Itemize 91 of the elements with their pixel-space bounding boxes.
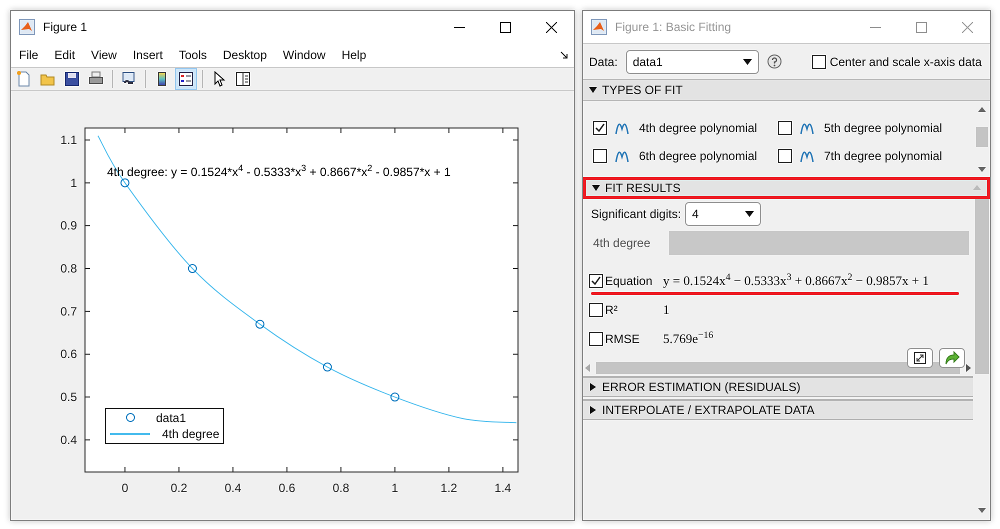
x-tick-label: 0.4 [224,480,242,495]
digits-dropdown[interactable]: 4 [685,202,762,226]
window-title: Figure 1: Basic Fitting [615,19,732,36]
menu-item[interactable]: File [19,46,38,64]
y-tick-label: 0.4 [60,432,77,447]
y-tick-label: 1 [70,176,77,190]
marker-icon [126,413,134,422]
menu-item[interactable]: Window [282,46,326,64]
x-tick-label: 0.8 [332,480,350,495]
data-point [390,392,400,402]
menu-item[interactable]: Tools [178,46,207,64]
checkbox[interactable] [589,302,603,316]
dropdown-arrow-icon [745,211,754,217]
expand-icon [914,352,926,364]
app-logo-icon [19,19,35,35]
x-tick-label: 1 [392,480,398,495]
help-icon[interactable] [766,54,782,69]
data-point [322,362,332,372]
y-tick-label: 0.7 [60,304,77,318]
x-tick-label: 0.6 [278,480,296,495]
curve-icon [800,121,814,135]
section-header[interactable]: FIT RESULTS [583,177,990,199]
result-label: Equation [605,272,654,290]
curve-icon [615,121,629,135]
fit-type-label: 4th degree polynomial [639,120,758,137]
maximize-icon [500,22,510,32]
legend-label: data1 [156,410,186,427]
checkbox[interactable] [593,121,607,135]
digits-label: Significant digits: [591,206,682,223]
checkbox[interactable] [593,149,607,163]
checkbox[interactable] [812,54,826,68]
fit-type-label: 6th degree polynomial [639,148,758,165]
fit-type-label: 7th degree polynomial [824,148,942,165]
checkbox[interactable] [589,274,603,288]
curve-icon [800,149,814,163]
center-scale-label: Center and scale x-axis data [830,54,982,70]
minimize-icon [454,26,464,28]
data-point [188,264,197,273]
scroll-down-icon[interactable] [978,508,986,514]
menu-item[interactable]: Help [342,46,366,64]
curve-icon [615,149,629,163]
expand-button[interactable] [907,348,933,368]
y-tick-label: 0.5 [60,390,77,404]
menu-item[interactable]: Edit [54,46,76,64]
x-tick-label: 1.2 [440,480,458,495]
result-tab[interactable]: 4th degree [587,231,669,255]
section-header[interactable]: ERROR ESTIMATION (RESIDUALS) [583,376,973,397]
fit-type-label: 5th degree polynomial [824,120,942,137]
line-icon [110,432,150,435]
result-value: y = 0.1524x$^{4}$ − 0.5333x$^{3}$ + 0.8667x$^{2}$ − 0.9857x + 1 [663,270,929,290]
x-tick-label: 1.4 [494,480,512,495]
scroll-up-icon[interactable] [978,107,986,113]
checkbox[interactable] [778,149,792,163]
data-point [255,320,264,329]
arrow-icon [944,351,960,365]
menu-item[interactable]: Insert [132,46,163,64]
scroll-down-icon[interactable] [978,167,986,173]
maximize-icon [916,22,926,32]
horizontal-scrollbar[interactable] [596,362,960,374]
menu-item[interactable]: View [91,46,117,64]
result-value: 5.769e$^{−16}$ [663,328,714,348]
legend-tool-icon[interactable] [175,68,197,90]
menu-item[interactable]: Desktop [222,46,267,64]
x-tick-label: 0 [122,480,128,495]
result-label: R² [605,302,619,318]
vertical-scrollbar[interactable] [976,127,988,147]
dropdown-arrow-icon [742,58,752,64]
x-tick-label: 0.2 [170,480,188,495]
data-label: Data: [589,54,618,70]
checkbox[interactable] [589,332,603,346]
vertical-scrollbar[interactable] [974,199,988,374]
y-tick-label: 0.9 [60,218,77,233]
data-dropdown[interactable]: data1 [626,50,759,74]
app-logo-icon [591,19,607,35]
dock-arrow-icon[interactable] [560,50,568,59]
scroll-right-icon[interactable] [965,364,971,372]
close-icon [546,22,556,32]
y-tick-label: 1.1 [60,132,77,147]
result-value: 1 [663,300,670,319]
section-header[interactable]: TYPES OF FIT [583,79,990,101]
close-icon [962,22,972,32]
section-header[interactable]: INTERPOLATE / EXTRAPOLATE DATA [583,399,973,420]
y-tick-label: 0.8 [60,261,77,276]
window-title: Figure 1 [43,19,88,36]
data-point [120,178,130,188]
export-button[interactable] [939,348,965,368]
legend-label: 4th degree [162,426,220,443]
y-tick-label: 0.6 [60,347,77,362]
minimize-icon [870,26,880,28]
checkbox[interactable] [778,121,792,135]
result-label: RMSE [605,330,641,348]
